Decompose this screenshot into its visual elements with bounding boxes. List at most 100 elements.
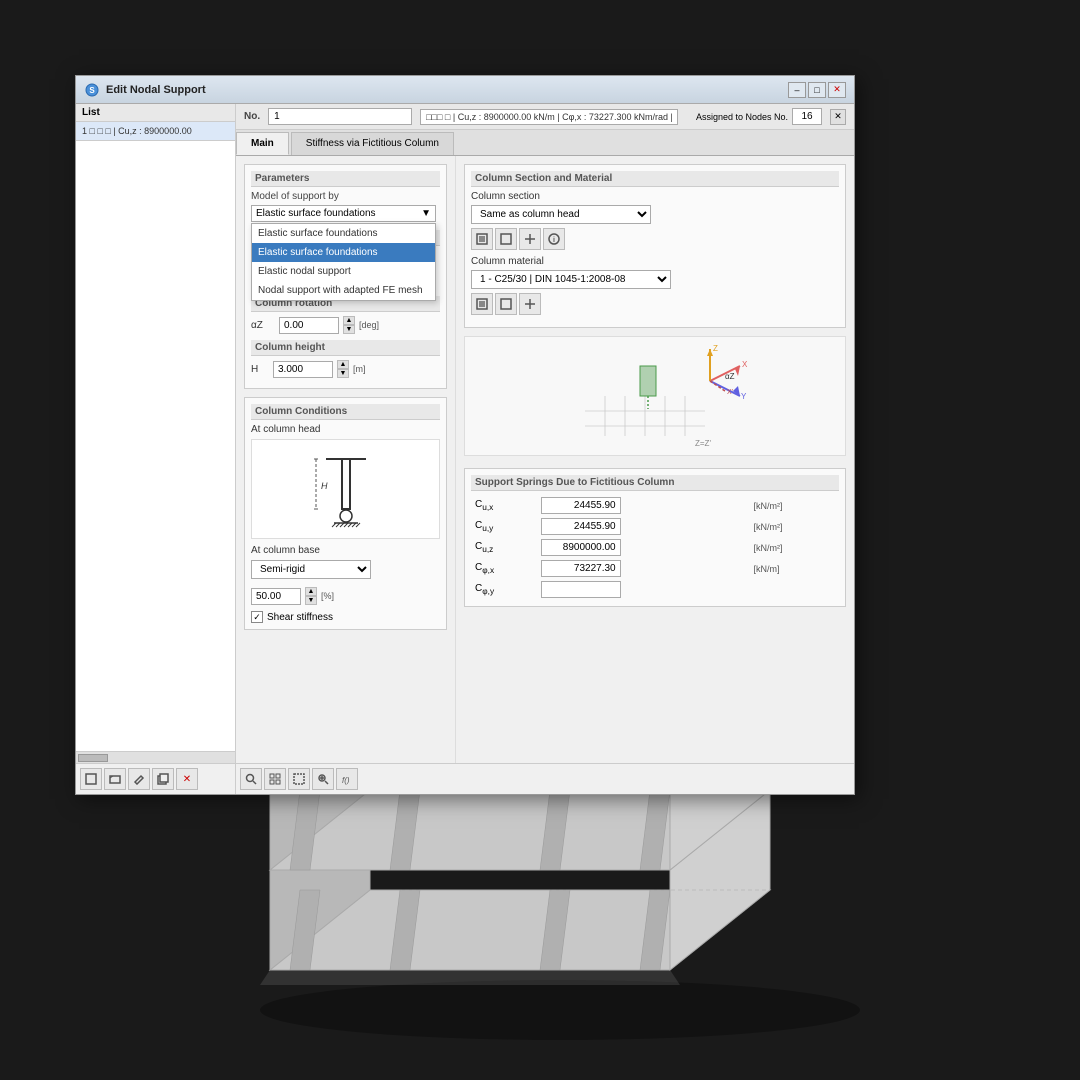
percent-spinner[interactable]: ▲ ▼ <box>305 587 317 605</box>
col-section-select-wrapper: Same as column head <box>471 205 839 224</box>
col-material-sublabel: Column material <box>471 256 839 267</box>
edit-nodal-support-dialog: S Edit Nodal Support – □ ✕ List 1 □ □ □ … <box>75 75 855 795</box>
maximize-button[interactable]: □ <box>808 82 826 98</box>
svg-text:S: S <box>89 86 95 95</box>
minimize-button[interactable]: – <box>788 82 806 98</box>
assigned-value: 16 <box>792 108 822 125</box>
alpha-z-label: αZ <box>251 320 275 331</box>
content-area: Parameters Model of support by Elastic s… <box>236 156 854 763</box>
model-support-dropdown-trigger[interactable]: Elastic surface foundations ▼ <box>251 205 436 222</box>
tab-stiffness[interactable]: Stiffness via Fictitious Column <box>291 132 454 155</box>
dialog-title: Edit Nodal Support <box>106 84 788 96</box>
title-bar: S Edit Nodal Support – □ ✕ <box>76 76 854 104</box>
bottom-fn-btn[interactable]: f() <box>336 768 358 790</box>
name-input[interactable] <box>420 109 678 125</box>
cphi-y-input[interactable] <box>541 581 621 598</box>
col-material-select[interactable]: 1 - C25/30 | DIN 1045-1:2008-08 <box>471 270 671 289</box>
shear-stiffness-checkbox[interactable]: ✓ <box>251 611 263 623</box>
left-content: Parameters Model of support by Elastic s… <box>236 156 456 763</box>
close-button[interactable]: ✕ <box>828 82 846 98</box>
percent-row: ▲ ▼ [%] <box>251 587 440 605</box>
bottom-grid-btn[interactable] <box>264 768 286 790</box>
col-material-icon1[interactable] <box>471 293 493 315</box>
H-down[interactable]: ▼ <box>337 369 349 378</box>
cphi-x-input[interactable] <box>541 560 621 577</box>
col-section-icons: i <box>471 228 839 250</box>
column-diagram: H <box>251 439 440 539</box>
tab-main[interactable]: Main <box>236 132 289 155</box>
H-spinner[interactable]: ▲ ▼ <box>337 360 349 378</box>
col-section-icon1[interactable] <box>471 228 493 250</box>
bottom-search-btn[interactable] <box>240 768 262 790</box>
dropdown-item-3[interactable]: Elastic nodal support <box>252 262 435 281</box>
at-col-base-label: At column base <box>251 545 440 556</box>
cu-z-input[interactable] <box>541 539 621 556</box>
svg-text:X: X <box>742 360 748 369</box>
percent-down[interactable]: ▼ <box>305 596 317 605</box>
cu-y-label: Cu,y <box>471 516 537 537</box>
shear-stiffness-label: Shear stiffness <box>267 612 333 623</box>
horizontal-scrollbar[interactable] <box>76 751 235 763</box>
percent-up[interactable]: ▲ <box>305 587 317 596</box>
svg-text:αZ: αZ <box>725 372 735 381</box>
svg-text:f(): f() <box>342 776 350 785</box>
alpha-z-down[interactable]: ▼ <box>343 325 355 334</box>
right-content: Column Section and Material Column secti… <box>456 156 854 763</box>
support-springs-section: Support Springs Due to Fictitious Column… <box>464 468 846 607</box>
cu-y-input[interactable] <box>541 518 621 535</box>
bottom-zoom-btn[interactable] <box>312 768 334 790</box>
H-up[interactable]: ▲ <box>337 360 349 369</box>
alpha-z-row: αZ ▲ ▼ [deg] <box>251 316 440 334</box>
model-support-dropdown-list: Elastic surface foundations Elastic surf… <box>251 223 436 301</box>
col-section-info-btn[interactable]: i <box>543 228 565 250</box>
H-input[interactable] <box>273 361 333 378</box>
col-material-icon3[interactable] <box>519 293 541 315</box>
assigned-label: Assigned to Nodes No. <box>696 112 788 122</box>
cu-x-input[interactable] <box>541 497 621 514</box>
dropdown-item-4[interactable]: Nodal support with adapted FE mesh <box>252 281 435 300</box>
H-label: H <box>251 364 269 375</box>
alpha-z-unit: [deg] <box>359 320 379 330</box>
no-label: No. <box>244 111 260 122</box>
col-section-row: Same as column head <box>471 205 839 224</box>
number-name-row: No. Assigned to Nodes No. 16 ✕ <box>236 104 854 130</box>
bottom-select-btn[interactable] <box>288 768 310 790</box>
model-support-section: Model of support by Elastic surface foun… <box>251 191 440 222</box>
shear-stiffness-row: ✓ Shear stiffness <box>251 611 440 623</box>
edit-btn[interactable] <box>128 768 150 790</box>
copy-btn[interactable] <box>152 768 174 790</box>
percent-unit: [%] <box>321 591 334 601</box>
cphi-y-label: Cφ,y <box>471 579 537 600</box>
no-input[interactable] <box>268 108 412 125</box>
col-base-select[interactable]: Semi-rigid <box>251 560 371 579</box>
list-item[interactable]: 1 □ □ □ | Cu,z : 8900000.00 <box>76 122 235 141</box>
dropdown-item-1[interactable]: Elastic surface foundations <box>252 224 435 243</box>
main-panel: No. Assigned to Nodes No. 16 ✕ Main Stif… <box>236 104 854 794</box>
delete-btn[interactable]: ✕ <box>176 768 198 790</box>
dialog-icon: S <box>84 82 100 98</box>
spring-table: Cu,x [kN/m²] Cu,y [kN/m²] <box>471 495 839 600</box>
cu-y-row: Cu,y [kN/m²] <box>471 516 839 537</box>
open-btn[interactable] <box>104 768 126 790</box>
cphi-x-row: Cφ,x [kN/m] <box>471 558 839 579</box>
panel-close-btn[interactable]: ✕ <box>830 109 846 125</box>
col-section-icon2[interactable] <box>495 228 517 250</box>
assigned-section: Assigned to Nodes No. 16 <box>696 108 822 125</box>
title-bar-buttons: – □ ✕ <box>788 82 846 98</box>
dropdown-item-2[interactable]: Elastic surface foundations <box>252 243 435 262</box>
col-material-icon2[interactable] <box>495 293 517 315</box>
alpha-z-up[interactable]: ▲ <box>343 316 355 325</box>
percent-input[interactable] <box>251 588 301 605</box>
col-conditions-label: Column Conditions <box>251 404 440 420</box>
col-section-icon3[interactable] <box>519 228 541 250</box>
col-conditions-section: Column Conditions At column head <box>244 397 447 630</box>
col-section-box: Column Section and Material Column secti… <box>464 164 846 328</box>
alpha-z-input[interactable] <box>279 317 339 334</box>
params-label: Parameters <box>251 171 440 187</box>
cu-x-unit: [kN/m²] <box>749 495 839 516</box>
at-col-head-label: At column head <box>251 424 440 435</box>
cu-z-label: Cu,z <box>471 537 537 558</box>
alpha-z-spinner[interactable]: ▲ ▼ <box>343 316 355 334</box>
col-section-select[interactable]: Same as column head <box>471 205 651 224</box>
new-btn[interactable] <box>80 768 102 790</box>
